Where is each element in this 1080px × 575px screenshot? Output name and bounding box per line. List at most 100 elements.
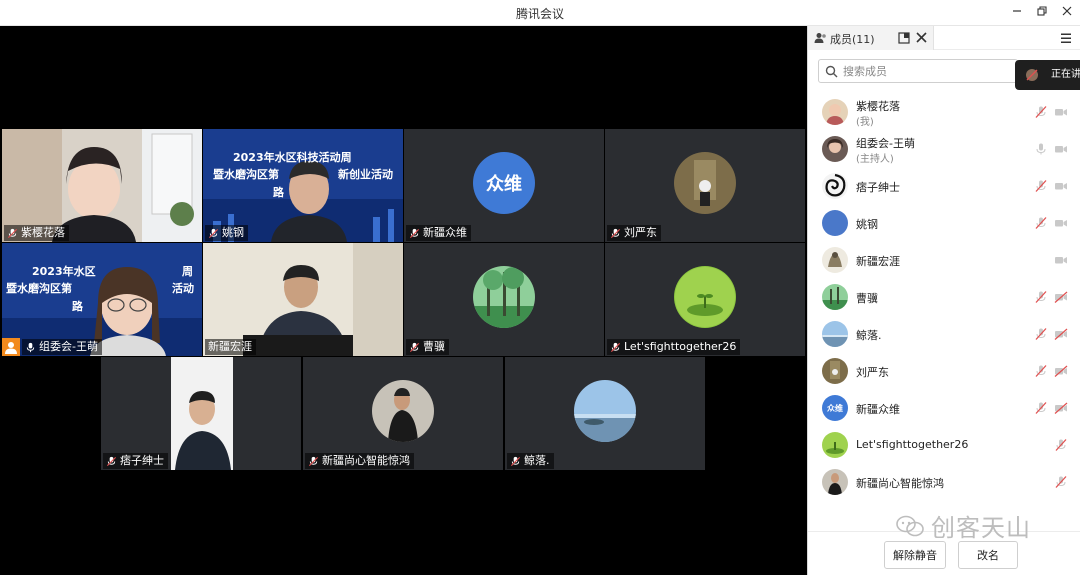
camera-off-icon[interactable]: [1054, 216, 1068, 230]
member-row[interactable]: 组委会-王萌 (主持人): [808, 130, 1080, 167]
video-tile[interactable]: Let'sfighttogether26: [605, 243, 805, 356]
camera-off-icon[interactable]: [1054, 142, 1068, 156]
banner-text: 2023年水区科技活动周: [233, 151, 352, 164]
watermark-text: 创客天山: [931, 514, 1031, 542]
mic-muted-icon[interactable]: [1034, 290, 1048, 304]
rename-button[interactable]: 改名: [958, 541, 1018, 569]
member-panel: 成员(11) 正在讲 紫樱花落 (我) 组委会-王萌 (主持人): [807, 26, 1080, 575]
search-icon: [825, 65, 838, 78]
mic-muted-icon: [409, 228, 420, 238]
member-name: 新疆众维: [856, 403, 900, 416]
tile-name: 新疆宏涯: [208, 340, 252, 353]
video-tile[interactable]: 曹骥: [404, 243, 604, 356]
member-row[interactable]: 众维 新疆众维: [808, 389, 1080, 426]
camera-off-icon[interactable]: [1054, 401, 1068, 415]
mic-muted-icon[interactable]: [1034, 327, 1048, 341]
tile-name-tag: 姚钢: [205, 225, 248, 241]
title-bar: 腾讯会议: [0, 0, 1080, 26]
mic-muted-icon[interactable]: [1034, 216, 1048, 230]
member-avatar: [822, 173, 848, 199]
video-stage: 紫樱花落 2023年水区科技活动周 暨水磨沟区第 新创业活动 路 姚钢 众维 新…: [0, 26, 807, 575]
member-search-input[interactable]: [843, 63, 1013, 79]
video-tile[interactable]: 众维 新疆众维: [404, 129, 604, 242]
video-tile[interactable]: 鲸落.: [505, 357, 705, 470]
member-row[interactable]: 鲸落.: [808, 315, 1080, 352]
member-row[interactable]: Let'sfighttogether26: [808, 426, 1080, 463]
speaking-indicator: 正在讲: [1015, 60, 1080, 90]
mic-muted-icon[interactable]: [1034, 179, 1048, 193]
member-row[interactable]: 曹骥: [808, 278, 1080, 315]
member-avatar: [822, 321, 848, 347]
member-row[interactable]: 刘严东: [808, 352, 1080, 389]
mic-muted-icon[interactable]: [1054, 475, 1068, 489]
tile-name-tag: 鲸落.: [507, 453, 554, 469]
camera-off-icon[interactable]: [1054, 364, 1068, 378]
tile-name: 紫樱花落: [21, 226, 65, 239]
participant-avatar: [574, 380, 636, 443]
speaker-avatar-icon: [1026, 69, 1038, 81]
member-avatar: [822, 284, 848, 310]
tile-name: 痞子绅士: [120, 454, 164, 467]
tile-name: 新疆众维: [423, 226, 467, 239]
banner-text: 新创业活动: [338, 168, 393, 181]
tile-name: 组委会-王萌: [39, 340, 98, 353]
avatar-text: 众维: [827, 403, 843, 413]
camera-off-icon[interactable]: [1054, 253, 1068, 267]
video-tile[interactable]: 紫樱花落: [2, 129, 202, 242]
menu-icon[interactable]: [1060, 32, 1072, 44]
panel-header: 成员(11): [808, 26, 1080, 50]
video-tile[interactable]: 刘严东: [605, 129, 805, 242]
member-row[interactable]: 痞子绅士: [808, 167, 1080, 204]
member-search-box[interactable]: [818, 59, 1018, 83]
host-badge-icon: [2, 338, 20, 356]
member-name: 鲸落.: [856, 329, 882, 342]
member-avatar: [822, 210, 848, 236]
member-name: 曹骥: [856, 292, 878, 305]
meeting-window: 腾讯会议 紫樱花落 2023年水区科技活动周 暨水磨沟区第 新创业活动 路 姚钢…: [0, 0, 1080, 575]
member-row[interactable]: 紫樱花落 (我): [808, 93, 1080, 130]
camera-off-icon[interactable]: [1054, 105, 1068, 119]
mic-muted-icon[interactable]: [1034, 401, 1048, 415]
member-name: Let'sfighttogether26: [856, 438, 969, 451]
close-icon[interactable]: [1056, 3, 1078, 23]
tab-members-label: 成员(11): [830, 33, 875, 46]
mic-muted-icon: [7, 228, 18, 238]
tile-name: 新疆尚心智能惊鸿: [322, 454, 410, 467]
mic-muted-icon: [409, 342, 420, 352]
video-tile[interactable]: 痞子绅士: [101, 357, 301, 470]
popout-icon[interactable]: [898, 32, 910, 44]
member-name: 紫樱花落: [856, 100, 900, 113]
unmute-button[interactable]: 解除静音: [884, 541, 946, 569]
member-name: 新疆尚心智能惊鸿: [856, 477, 944, 490]
member-role: (我): [856, 117, 874, 128]
minimize-icon[interactable]: [1006, 3, 1028, 23]
member-row[interactable]: 新疆尚心智能惊鸿: [808, 463, 1080, 500]
mic-muted-icon[interactable]: [1054, 438, 1068, 452]
banner-text: 路: [273, 186, 284, 199]
mic-muted-icon[interactable]: [1034, 105, 1048, 119]
close-panel-icon[interactable]: [916, 32, 927, 43]
video-tile[interactable]: 新疆宏涯: [203, 243, 403, 356]
video-tile[interactable]: 2023年水区科技活动周 暨水磨沟区第 新创业活动 路 姚钢: [203, 129, 403, 242]
member-name: 姚钢: [856, 218, 878, 231]
restore-icon[interactable]: [1031, 3, 1053, 23]
member-avatar: [822, 136, 848, 162]
member-avatar: [822, 247, 848, 273]
camera-off-icon[interactable]: [1054, 327, 1068, 341]
watermark: 创客天山: [895, 508, 1031, 543]
video-tile[interactable]: 新疆尚心智能惊鸿: [303, 357, 503, 470]
mic-on-icon[interactable]: [1034, 142, 1048, 156]
member-row[interactable]: 姚钢: [808, 204, 1080, 241]
member-name: 刘严东: [856, 366, 889, 379]
banner-text: 暨水磨沟区第: [6, 282, 72, 295]
tile-name: 刘严东: [624, 226, 657, 239]
camera-off-icon[interactable]: [1054, 179, 1068, 193]
members-icon: [814, 33, 826, 43]
member-row[interactable]: 新疆宏涯: [808, 241, 1080, 278]
camera-off-icon[interactable]: [1054, 290, 1068, 304]
mic-muted-icon: [610, 228, 621, 238]
mic-muted-icon[interactable]: [1034, 364, 1048, 378]
tile-name-tag: 痞子绅士: [103, 453, 168, 469]
video-tile-active-speaker[interactable]: 2023年水区 周 暨水磨沟区第 活动 路 组委会-王萌: [2, 243, 202, 356]
tab-members[interactable]: 成员(11): [808, 26, 934, 50]
